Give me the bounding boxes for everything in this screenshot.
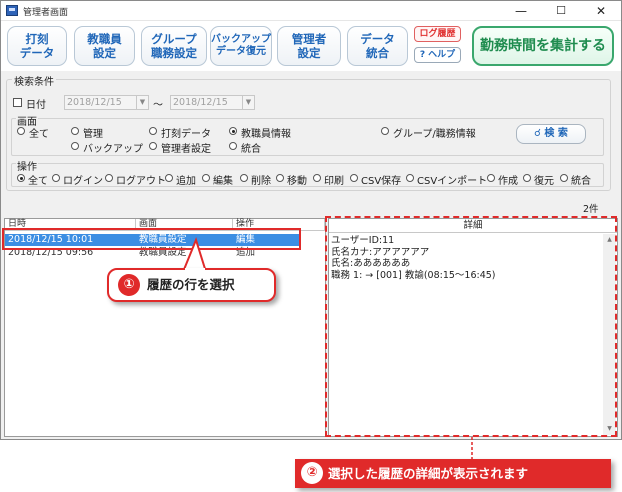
op-radio-print[interactable] xyxy=(313,174,321,182)
op-radio-logout[interactable] xyxy=(105,174,113,182)
chevron-down-icon[interactable]: ▼ xyxy=(136,96,148,109)
screen-radio-staff[interactable] xyxy=(229,127,237,135)
op-radio-merge[interactable] xyxy=(560,174,568,182)
op-label-create: 作成 xyxy=(498,176,518,187)
date-to-input[interactable]: 2018/12/15 ▼ xyxy=(170,95,255,110)
op-label-csv-import: CSVインポート xyxy=(417,176,488,187)
op-label-restore: 復元 xyxy=(534,176,554,187)
screen-radio-group[interactable] xyxy=(381,127,389,135)
op-radio-add[interactable] xyxy=(165,174,173,182)
callout-text-1: 履歴の行を選択 xyxy=(147,277,235,292)
op-radio-csv-save[interactable] xyxy=(350,174,358,182)
op-radio-csv-import[interactable] xyxy=(406,174,414,182)
screen-label-staff: 教職員情報 xyxy=(241,129,291,140)
op-label-add: 追加 xyxy=(176,176,196,187)
screen-radio-admin-settings[interactable] xyxy=(149,142,157,150)
callout-text-2: 選択した履歴の詳細が表示されます xyxy=(328,466,529,481)
screen-label-admin: 管理 xyxy=(83,129,103,140)
search-button-label: 検 索 xyxy=(544,128,568,139)
op-radio-restore[interactable] xyxy=(523,174,531,182)
window-title: 管理者画面 xyxy=(23,8,69,18)
callout-pointer-mask xyxy=(185,268,205,272)
operation-legend: 操作 xyxy=(16,158,38,173)
op-label-all: 全て xyxy=(28,176,48,187)
op-label-edit: 編集 xyxy=(213,176,233,187)
date-tilde: ～ xyxy=(153,100,163,111)
screen-label-all: 全て xyxy=(29,129,49,140)
step-number-1: ① xyxy=(118,274,140,296)
search-icon: ☌ xyxy=(534,128,541,139)
log-history-grid: 日時 画面 操作 2018/12/15 10:01 教職員設定 編集 2018/… xyxy=(4,218,326,437)
result-count: 2件 xyxy=(583,204,599,215)
punch-data-button[interactable]: 打刻 データ xyxy=(7,26,67,66)
op-label-logout: ログアウト xyxy=(116,176,166,187)
aggregate-work-time-button[interactable]: 勤務時間を集計する xyxy=(472,26,614,66)
screen-label-backup: バックアップ xyxy=(83,144,143,155)
date-checkbox[interactable] xyxy=(13,98,22,107)
op-radio-all[interactable] xyxy=(17,174,25,182)
op-label-csv-save: CSV保存 xyxy=(361,176,402,187)
title-bar: 管理者画面 — ☐ ✕ xyxy=(1,1,621,21)
backup-restore-button[interactable]: バックアップ データ復元 xyxy=(210,26,272,66)
screen-label-merge: 統合 xyxy=(241,144,261,155)
screen-radio-punch[interactable] xyxy=(149,127,157,135)
group-settings-button[interactable]: グループ 職務設定 xyxy=(141,26,207,66)
op-radio-delete[interactable] xyxy=(240,174,248,182)
step-number-2: ② xyxy=(301,462,323,484)
selected-row-highlight xyxy=(2,228,301,250)
screen-radio-merge[interactable] xyxy=(229,142,237,150)
op-radio-move[interactable] xyxy=(276,174,284,182)
op-radio-create[interactable] xyxy=(487,174,495,182)
op-label-move: 移動 xyxy=(287,176,307,187)
screen-radio-all[interactable] xyxy=(17,127,25,135)
search-legend: 検索条件 xyxy=(12,73,56,88)
op-label-merge: 統合 xyxy=(571,176,591,187)
search-button[interactable]: ☌ 検 索 xyxy=(516,124,586,144)
screen-radio-admin[interactable] xyxy=(71,127,79,135)
op-label-print: 印刷 xyxy=(324,176,344,187)
maximize-button[interactable]: ☐ xyxy=(541,1,581,21)
op-label-login: ログイン xyxy=(63,176,103,187)
staff-settings-button[interactable]: 教職員 設定 xyxy=(74,26,135,66)
callout-select-row: ① 履歴の行を選択 xyxy=(107,268,276,302)
data-merge-button[interactable]: データ 統合 xyxy=(347,26,408,66)
chevron-down-icon[interactable]: ▼ xyxy=(242,96,254,109)
minimize-button[interactable]: — xyxy=(501,1,541,21)
app-icon xyxy=(6,5,18,16)
detail-highlight xyxy=(325,216,617,437)
date-from-input[interactable]: 2018/12/15 ▼ xyxy=(64,95,149,110)
callout-detail: ② 選択した履歴の詳細が表示されます xyxy=(295,459,611,488)
op-radio-edit[interactable] xyxy=(202,174,210,182)
screen-label-admin-settings: 管理者設定 xyxy=(161,144,211,155)
screen-label-group: グループ/職務情報 xyxy=(393,129,476,140)
date-label: 日付 xyxy=(26,100,46,111)
log-history-button[interactable]: ログ履歴 xyxy=(414,26,461,42)
date-from-value: 2018/12/15 xyxy=(67,97,122,108)
op-radio-login[interactable] xyxy=(52,174,60,182)
op-label-delete: 削除 xyxy=(251,176,271,187)
admin-settings-button[interactable]: 管理者 設定 xyxy=(277,26,341,66)
screen-label-punch: 打刻データ xyxy=(161,129,211,140)
screen-radio-backup[interactable] xyxy=(71,142,79,150)
date-to-value: 2018/12/15 xyxy=(173,97,228,108)
close-button[interactable]: ✕ xyxy=(581,1,621,21)
help-button[interactable]: ? ヘルプ xyxy=(414,47,461,63)
